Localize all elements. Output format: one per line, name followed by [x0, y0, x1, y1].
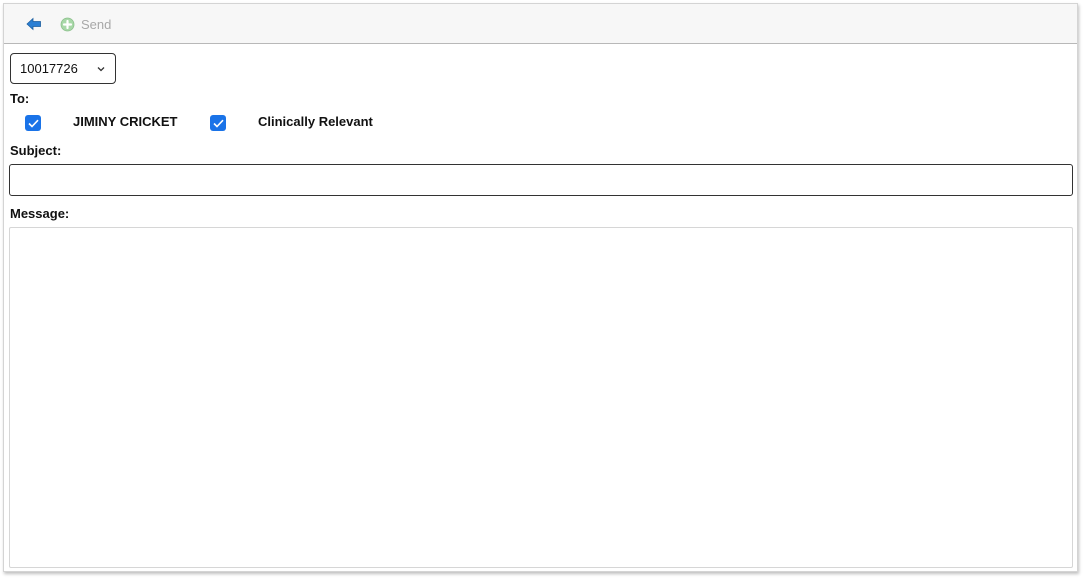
message-compose-window: Send 10017726 To: JIMINY CRICKET Clinica… [3, 3, 1078, 572]
subject-input[interactable] [9, 164, 1073, 196]
message-label: Message: [10, 206, 70, 221]
back-arrow-icon [26, 17, 41, 31]
toolbar: Send [4, 4, 1077, 44]
checkmark-icon [27, 119, 39, 128]
to-label: To: [10, 91, 30, 106]
plus-circle-icon [60, 17, 75, 31]
send-button[interactable]: Send [60, 13, 111, 35]
recipient-checkbox-clinically-relevant[interactable] [210, 115, 226, 131]
recipient-id-select-value: 10017726 [20, 61, 78, 76]
send-button-label: Send [81, 16, 112, 32]
back-button[interactable] [23, 13, 45, 35]
recipient-id-select[interactable]: 10017726 [10, 53, 116, 84]
subject-label: Subject: [10, 143, 62, 158]
checkmark-icon [212, 119, 224, 128]
recipient-checkbox-jiminy-cricket[interactable] [25, 115, 41, 131]
recipient-label-clinically-relevant[interactable]: Clinically Relevant [258, 114, 373, 129]
message-textarea[interactable] [9, 227, 1073, 568]
recipient-label-jiminy-cricket[interactable]: JIMINY CRICKET [73, 114, 178, 129]
chevron-down-icon [97, 67, 105, 72]
